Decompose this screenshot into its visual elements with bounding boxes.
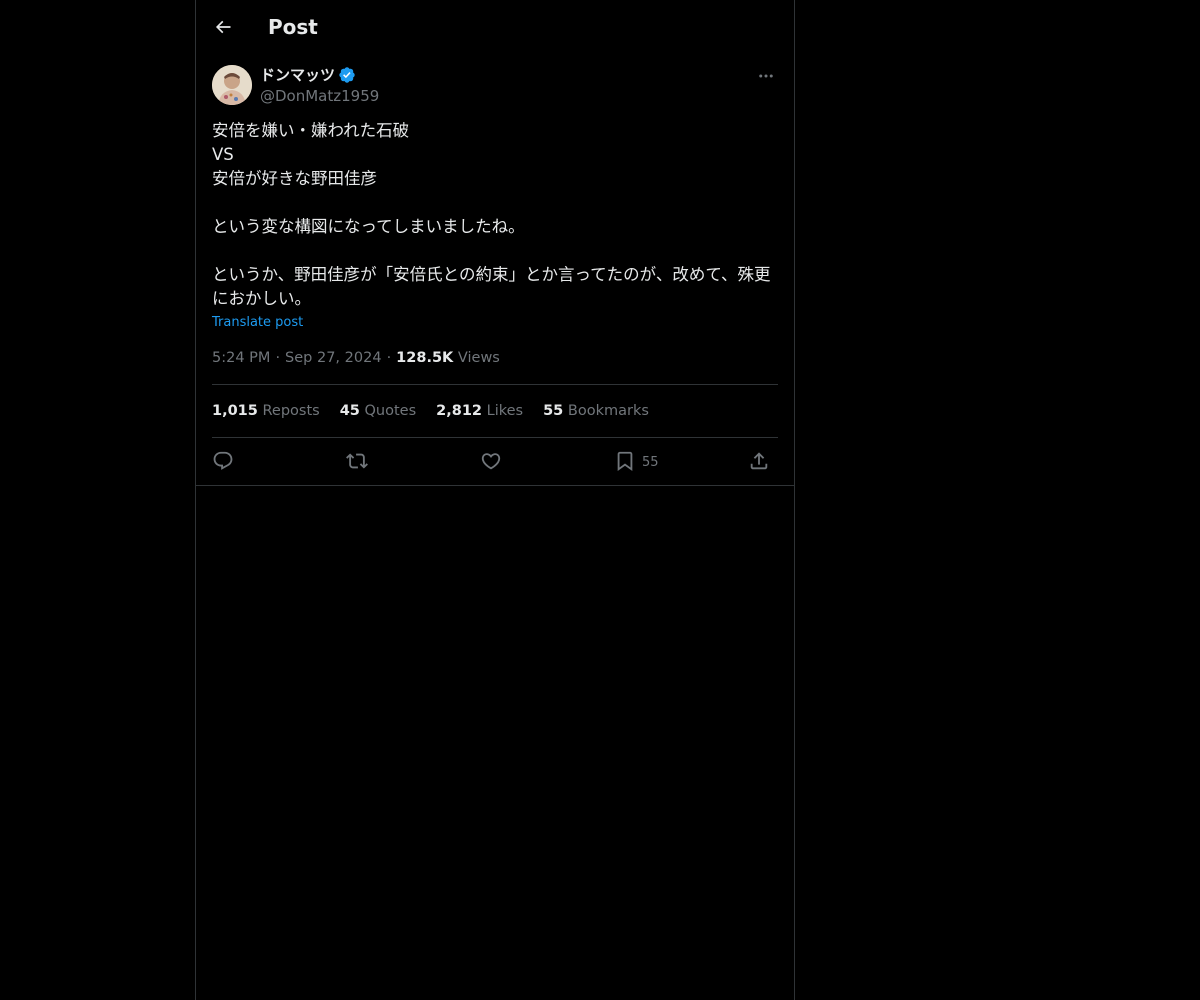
bookmark-button[interactable]: 55 bbox=[614, 447, 659, 475]
more-horizontal-icon bbox=[757, 67, 775, 85]
stat-label: Quotes bbox=[364, 403, 417, 419]
repost-icon bbox=[346, 450, 368, 472]
verified-badge-icon bbox=[338, 66, 356, 84]
post-meta: 5:24 PM · Sep 27, 2024 · 128.5K Views bbox=[212, 347, 500, 369]
more-options-button[interactable] bbox=[754, 64, 778, 88]
arrow-left-icon bbox=[213, 17, 233, 37]
post-date[interactable]: Sep 27, 2024 bbox=[285, 350, 382, 366]
meta-separator: · bbox=[386, 350, 392, 366]
views-count: 128.5K bbox=[396, 350, 454, 366]
avatar[interactable] bbox=[212, 65, 252, 105]
stat-count: 55 bbox=[543, 403, 564, 419]
stat-label: Likes bbox=[486, 403, 524, 419]
divider bbox=[212, 437, 778, 438]
post-text: 安倍を嫌い・嫌われた石破 VS 安倍が好きな野田佳彦 という変な構図になってしま… bbox=[212, 121, 771, 308]
post-time[interactable]: 5:24 PM bbox=[212, 350, 270, 366]
divider bbox=[212, 384, 778, 385]
stat-label: Reposts bbox=[262, 403, 320, 419]
post-stats: 1,015 Reposts 45 Quotes 2,812 Likes 55 B… bbox=[212, 400, 669, 422]
user-handle[interactable]: @DonMatz1959 bbox=[260, 86, 379, 106]
display-name[interactable]: ドンマッツ bbox=[260, 65, 335, 85]
stat-count: 1,015 bbox=[212, 403, 258, 419]
stat-reposts[interactable]: 1,015 Reposts bbox=[212, 400, 320, 422]
views-label: Views bbox=[457, 350, 500, 366]
post-bottom-border bbox=[196, 485, 794, 486]
reply-button[interactable] bbox=[212, 447, 234, 475]
post-header: Post bbox=[196, 0, 794, 53]
name-row: ドンマッツ bbox=[260, 65, 356, 85]
post-actions: 55 bbox=[212, 447, 778, 475]
share-button[interactable] bbox=[748, 447, 770, 475]
stat-label: Bookmarks bbox=[567, 403, 649, 419]
page-title: Post bbox=[268, 15, 318, 39]
meta-separator: · bbox=[275, 350, 281, 366]
reply-icon bbox=[212, 450, 234, 472]
stat-bookmarks[interactable]: 55 Bookmarks bbox=[543, 400, 649, 422]
back-button[interactable] bbox=[208, 12, 238, 42]
like-button[interactable] bbox=[480, 447, 502, 475]
heart-icon bbox=[480, 450, 502, 472]
bookmark-count: 55 bbox=[642, 454, 659, 470]
post-column: Post ドンマッツ @DonMatz1959 安倍を嫌い・嫌われた石破 VS … bbox=[195, 0, 795, 1000]
stat-count: 45 bbox=[339, 403, 360, 419]
post-author: ドンマッツ @DonMatz1959 bbox=[212, 64, 778, 108]
translate-post-link[interactable]: Translate post bbox=[212, 314, 303, 332]
stat-count: 2,812 bbox=[436, 403, 483, 419]
bookmark-icon bbox=[614, 450, 636, 472]
stat-quotes[interactable]: 45 Quotes bbox=[340, 400, 416, 422]
stat-likes[interactable]: 2,812 Likes bbox=[436, 400, 523, 422]
share-icon bbox=[748, 450, 770, 472]
repost-button[interactable] bbox=[346, 447, 368, 475]
